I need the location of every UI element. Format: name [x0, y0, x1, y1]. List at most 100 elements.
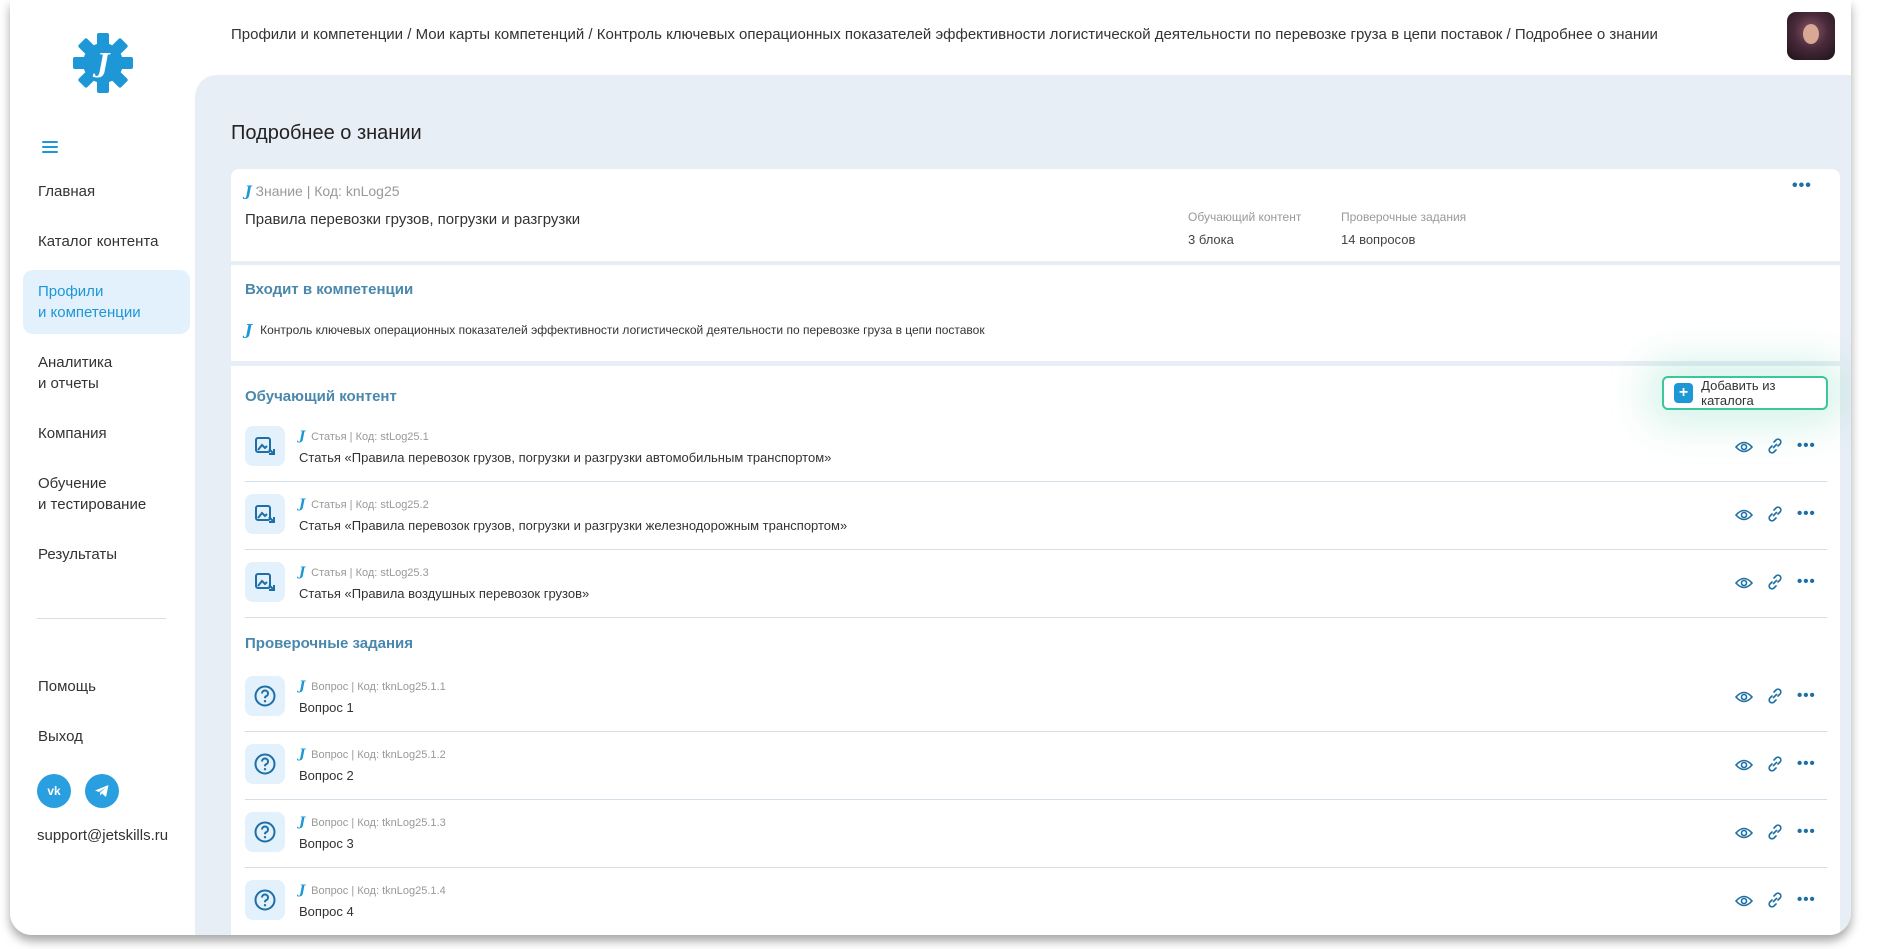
page-title: Подробнее о знании	[231, 122, 422, 144]
breadcrumb-item[interactable]: Мои карты компетенций	[416, 26, 585, 43]
j-icon: J	[299, 679, 306, 694]
item-actions: •••	[1734, 437, 1816, 459]
more-menu-icon[interactable]: •••	[1792, 177, 1812, 195]
item-title: Вопрос 3	[299, 836, 354, 851]
main-nav: Главная Каталог контента Профили и компе…	[23, 170, 190, 583]
tests-heading: Проверочные задания	[245, 635, 414, 652]
nav-item-learning[interactable]: Обучение и тестирование	[23, 462, 190, 526]
item-meta: J Вопрос | Код: tknLog25.1.3	[299, 815, 446, 830]
list-item[interactable]: J Статья | Код: stLog25.1 Статья «Правила …	[245, 414, 1827, 482]
menu-toggle-icon[interactable]	[42, 141, 58, 153]
support-email[interactable]: support@jetskills.ru	[37, 827, 168, 844]
list-item[interactable]: J Вопрос | Код: tknLog25.1.1 Вопрос 1 •••	[245, 664, 1827, 732]
item-title: Статья «Правила перевозок грузов, погруз…	[299, 450, 832, 465]
question-icon	[245, 744, 285, 784]
breadcrumb-current: Подробнее о знании	[1514, 26, 1658, 43]
eye-icon[interactable]	[1734, 826, 1754, 844]
list-item[interactable]: J Статья | Код: stLog25.2 Статья «Правила …	[245, 482, 1827, 550]
item-actions: •••	[1734, 505, 1816, 527]
eye-icon[interactable]	[1734, 758, 1754, 776]
question-icon	[245, 812, 285, 852]
telegram-icon[interactable]	[85, 774, 119, 808]
competencies-heading: Входит в компетенции	[245, 281, 414, 298]
more-menu-icon[interactable]: •••	[1797, 437, 1816, 454]
item-meta: J Вопрос | Код: tknLog25.1.2	[299, 747, 446, 762]
link-icon[interactable]	[1767, 756, 1783, 777]
item-title: Вопрос 2	[299, 768, 354, 783]
social-links: vk	[37, 774, 119, 808]
article-icon	[245, 494, 285, 534]
eye-icon[interactable]	[1734, 576, 1754, 594]
j-icon: J	[299, 883, 306, 898]
list-item[interactable]: J Вопрос | Код: tknLog25.1.2 Вопрос 2 •••	[245, 732, 1827, 800]
question-icon	[245, 880, 285, 920]
nav-item-company[interactable]: Компания	[23, 412, 190, 455]
more-menu-icon[interactable]: •••	[1797, 823, 1816, 840]
jetskills-logo[interactable]: J	[68, 28, 138, 98]
knowledge-title: Правила перевозки грузов, погрузки и раз…	[245, 211, 581, 228]
list-item[interactable]: J Вопрос | Код: tknLog25.1.3 Вопрос 3 •••	[245, 800, 1827, 868]
sidebar: J Главная Каталог контента Профили и ком…	[10, 0, 195, 935]
link-icon[interactable]	[1767, 688, 1783, 709]
more-menu-icon[interactable]: •••	[1797, 573, 1816, 590]
knowledge-card: J Знание | Код: knLog25 Правила перевозк…	[231, 169, 1840, 261]
breadcrumb-item[interactable]: Контроль ключевых операционных показател…	[597, 26, 1503, 43]
link-icon[interactable]	[1767, 574, 1783, 595]
link-icon[interactable]	[1767, 892, 1783, 913]
item-title: Статья «Правила перевозок грузов, погруз…	[299, 518, 848, 533]
stat-learning-content: Обучающий контент 3 блока	[1188, 210, 1302, 247]
stat-test-tasks: Проверочные задания 14 вопросов	[1341, 210, 1467, 247]
more-menu-icon[interactable]: •••	[1797, 891, 1816, 908]
app-window: J Главная Каталог контента Профили и ком…	[10, 0, 1851, 935]
item-meta: J Статья | Код: stLog25.1	[299, 429, 429, 444]
link-icon[interactable]	[1767, 824, 1783, 845]
item-title: Вопрос 4	[299, 904, 354, 919]
more-menu-icon[interactable]: •••	[1797, 505, 1816, 522]
avatar[interactable]	[1787, 12, 1835, 60]
vk-icon[interactable]: vk	[37, 774, 71, 808]
j-icon: J	[299, 565, 306, 580]
nav-item-analytics[interactable]: Аналитика и отчеты	[23, 341, 190, 405]
list-item[interactable]: J Вопрос | Код: tknLog25.1.4 Вопрос 4 •••	[245, 868, 1827, 935]
j-icon: J	[299, 429, 306, 444]
link-icon[interactable]	[1767, 438, 1783, 459]
breadcrumb: Профили и компетенции / Мои карты компет…	[231, 26, 1658, 43]
nav-item-results[interactable]: Результаты	[23, 533, 190, 576]
more-menu-icon[interactable]: •••	[1797, 755, 1816, 772]
plus-icon: +	[1674, 383, 1694, 403]
item-actions: •••	[1734, 755, 1816, 777]
breadcrumb-separator: /	[584, 26, 597, 43]
more-menu-icon[interactable]: •••	[1797, 687, 1816, 704]
link-icon[interactable]	[1767, 506, 1783, 527]
eye-icon[interactable]	[1734, 690, 1754, 708]
item-actions: •••	[1734, 891, 1816, 913]
item-actions: •••	[1734, 823, 1816, 845]
knowledge-meta: J Знание | Код: knLog25	[245, 183, 400, 200]
j-icon: J	[299, 497, 306, 512]
question-icon	[245, 676, 285, 716]
nav-item-help[interactable]: Помощь	[23, 665, 190, 708]
secondary-nav: Помощь Выход	[23, 665, 190, 765]
content-section: Обучающий контент + Добавить из каталога…	[231, 366, 1840, 935]
article-icon	[245, 562, 285, 602]
breadcrumb-item[interactable]: Профили и компетенции	[231, 26, 403, 43]
eye-icon[interactable]	[1734, 440, 1754, 458]
add-from-catalog-button[interactable]: + Добавить из каталога	[1662, 376, 1828, 410]
item-title: Вопрос 1	[299, 700, 354, 715]
eye-icon[interactable]	[1734, 894, 1754, 912]
competency-link[interactable]: J Контроль ключевых операционных показат…	[245, 321, 985, 339]
j-icon: J	[245, 184, 252, 200]
item-meta: J Статья | Код: stLog25.3	[299, 565, 429, 580]
item-actions: •••	[1734, 573, 1816, 595]
nav-item-profiles[interactable]: Профили и компетенции	[23, 270, 190, 334]
item-title: Статья «Правила воздушных перевозок груз…	[299, 586, 590, 601]
item-meta: J Вопрос | Код: tknLog25.1.1	[299, 679, 446, 694]
eye-icon[interactable]	[1734, 508, 1754, 526]
main-content: Подробнее о знании J Знание | Код: knLog…	[195, 75, 1851, 935]
breadcrumb-separator: /	[403, 26, 416, 43]
nav-item-catalog[interactable]: Каталог контента	[23, 220, 190, 263]
j-icon: J	[299, 747, 306, 762]
nav-item-home[interactable]: Главная	[23, 170, 190, 213]
list-item[interactable]: J Статья | Код: stLog25.3 Статья «Правила …	[245, 550, 1827, 618]
nav-item-logout[interactable]: Выход	[23, 715, 190, 758]
